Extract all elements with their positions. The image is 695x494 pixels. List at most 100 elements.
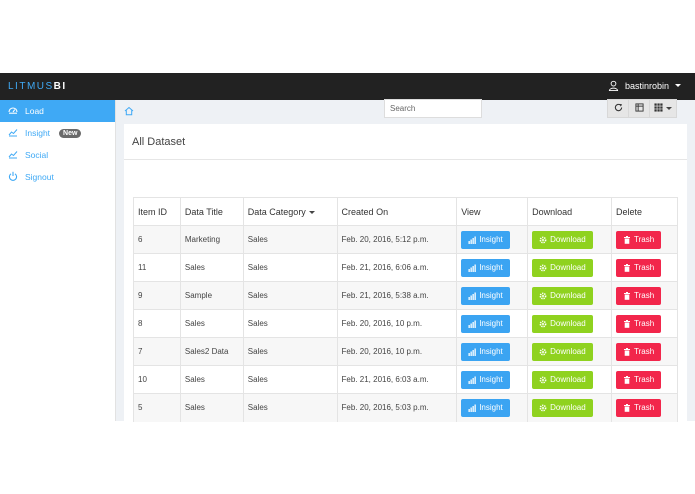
download-button[interactable]: Download xyxy=(532,230,593,249)
cell-download: Download xyxy=(527,225,613,254)
sidebar-item-insight[interactable]: Insight New xyxy=(0,122,115,144)
new-badge: New xyxy=(59,128,82,138)
search-input[interactable] xyxy=(384,99,482,118)
cell-created-on: Feb. 21, 2016, 6:06 a.m. xyxy=(336,253,458,282)
col-data-category[interactable]: Data Category xyxy=(242,197,338,226)
bar-chart-icon xyxy=(468,348,476,356)
grid-icon xyxy=(654,103,663,114)
gear-icon xyxy=(539,348,547,356)
trash-button[interactable]: Trash xyxy=(616,370,662,389)
download-button-label: Download xyxy=(550,403,586,413)
user-menu[interactable]: bastinrobin xyxy=(608,80,681,91)
col-data-title[interactable]: Data Title xyxy=(179,197,244,226)
cell-created-on: Feb. 21, 2016, 5:38 a.m. xyxy=(336,281,458,310)
insight-button[interactable]: Insight xyxy=(461,398,510,417)
insight-button[interactable]: Insight xyxy=(461,230,510,249)
download-button[interactable]: Download xyxy=(532,258,593,277)
insight-button[interactable]: Insight xyxy=(461,370,510,389)
download-button[interactable]: Download xyxy=(532,314,593,333)
insight-button-label: Insight xyxy=(479,375,503,384)
insight-button-label: Insight xyxy=(479,319,503,328)
brand-suffix: BI xyxy=(53,81,67,92)
bar-chart-icon xyxy=(468,376,476,384)
col-created-on[interactable]: Created On xyxy=(336,197,458,226)
cell-item-id: 11 xyxy=(133,253,181,282)
bar-chart-icon xyxy=(468,292,476,300)
sidebar-item-label: Social xyxy=(25,150,49,160)
cell-view: Insight xyxy=(456,365,529,394)
cell-created-on: Feb. 20, 2016, 10 p.m. xyxy=(336,309,458,338)
divider xyxy=(124,159,687,160)
trash-icon xyxy=(623,235,631,244)
download-button[interactable]: Download xyxy=(532,286,593,305)
trash-button-label: Trash xyxy=(634,263,655,272)
insight-button-label: Insight xyxy=(479,291,503,300)
insight-button-label: Insight xyxy=(479,347,503,356)
cell-item-id: 10 xyxy=(133,365,181,394)
cell-data-category: Sales xyxy=(242,253,338,282)
home-icon[interactable] xyxy=(124,106,134,118)
sidebar-item-signout[interactable]: Signout xyxy=(0,166,115,188)
cell-data-category: Sales xyxy=(242,393,338,422)
insight-button[interactable]: Insight xyxy=(461,258,510,277)
sidebar-item-label: Signout xyxy=(25,172,54,182)
cell-delete: Trash xyxy=(611,393,678,422)
table-row: 6 Marketing Sales Feb. 20, 2016, 5:12 p.m. I… xyxy=(133,225,678,254)
trash-button[interactable]: Trash xyxy=(616,286,662,305)
trash-button-label: Trash xyxy=(634,319,655,328)
trash-icon xyxy=(623,403,631,412)
columns-button[interactable] xyxy=(649,99,677,118)
refresh-button[interactable] xyxy=(607,99,629,118)
chart-icon xyxy=(8,127,18,139)
cell-download: Download xyxy=(527,281,613,310)
cell-created-on: Feb. 20, 2016, 5:03 p.m. xyxy=(336,393,458,422)
toggle-view-button[interactable] xyxy=(628,99,650,118)
table-row: 9 Sample Sales Feb. 21, 2016, 5:38 a.m. Insi… xyxy=(133,281,678,310)
cell-download: Download xyxy=(527,365,613,394)
trash-icon xyxy=(623,347,631,356)
gear-icon xyxy=(539,404,547,412)
trash-icon xyxy=(623,319,631,328)
trash-button[interactable]: Trash xyxy=(616,398,662,417)
gear-icon xyxy=(539,320,547,328)
cell-data-category: Sales xyxy=(242,365,338,394)
table-header-row: Item ID Data Title Data Category Created… xyxy=(133,197,678,226)
cell-data-title: Sales xyxy=(179,365,244,394)
insight-button[interactable]: Insight xyxy=(461,286,510,305)
col-download: Download xyxy=(527,197,613,226)
gear-icon xyxy=(539,376,547,384)
cell-download: Download xyxy=(527,337,613,366)
sidebar-item-load[interactable]: Load xyxy=(0,100,115,122)
cell-download: Download xyxy=(527,253,613,282)
download-button-label: Download xyxy=(550,319,586,328)
col-view: View xyxy=(456,197,529,226)
download-button[interactable]: Download xyxy=(532,398,593,417)
bar-chart-icon xyxy=(468,404,476,412)
download-button-label: Download xyxy=(550,263,586,272)
gear-icon xyxy=(539,292,547,300)
cell-download: Download xyxy=(527,309,613,338)
download-button[interactable]: Download xyxy=(532,370,593,389)
trash-button-label: Trash xyxy=(634,235,655,244)
cell-data-title: Sample xyxy=(179,281,244,310)
col-item-id[interactable]: Item ID xyxy=(133,197,181,226)
insight-button[interactable]: Insight xyxy=(461,342,510,361)
insight-button[interactable]: Insight xyxy=(461,314,510,333)
sort-desc-icon xyxy=(308,210,315,214)
insight-button-label: Insight xyxy=(479,403,503,413)
download-button[interactable]: Download xyxy=(532,342,593,361)
trash-button[interactable]: Trash xyxy=(616,258,662,277)
cell-item-id: 9 xyxy=(133,281,181,310)
trash-button[interactable]: Trash xyxy=(616,230,662,249)
table-row: 7 Sales2 Data Sales Feb. 20, 2016, 10 p.m. I… xyxy=(133,337,678,366)
trash-icon xyxy=(623,291,631,300)
trash-button[interactable]: Trash xyxy=(616,314,662,333)
dashboard-icon xyxy=(8,105,18,117)
cell-item-id: 8 xyxy=(133,309,181,338)
cell-download: Download xyxy=(527,393,613,422)
cell-item-id: 7 xyxy=(133,337,181,366)
trash-button[interactable]: Trash xyxy=(616,342,662,361)
brand-logo[interactable]: LITMUSBI xyxy=(8,81,67,92)
sidebar-item-social[interactable]: Social xyxy=(0,144,115,166)
sidebar-item-label: Insight xyxy=(25,128,51,138)
